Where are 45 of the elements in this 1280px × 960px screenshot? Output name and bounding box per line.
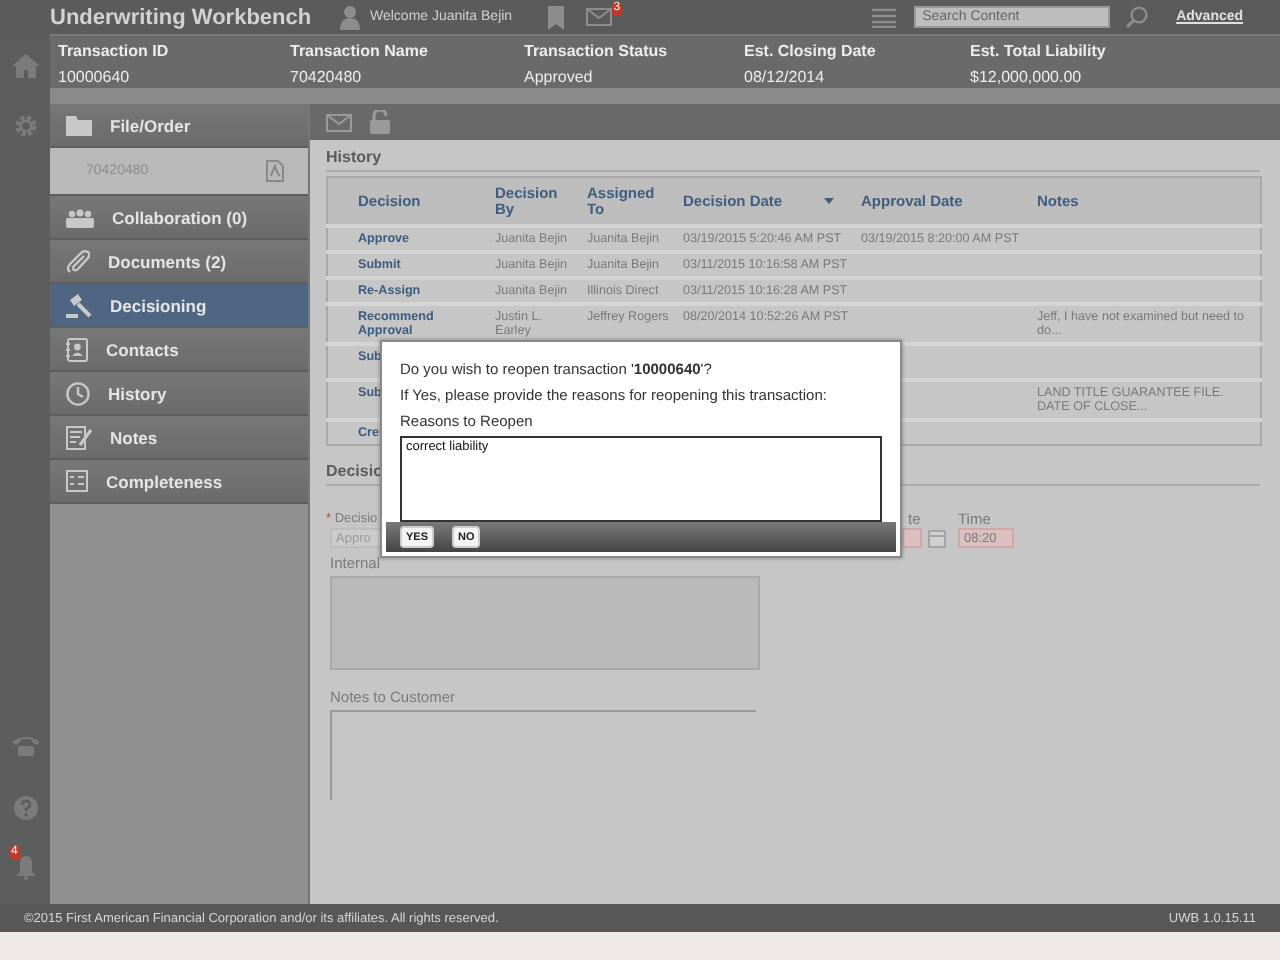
field-label: Transaction ID xyxy=(58,42,171,63)
search-icon[interactable] xyxy=(1126,6,1149,28)
field-value: 10000640 xyxy=(58,67,132,88)
mail-icon[interactable] xyxy=(326,113,352,131)
lock-icon[interactable] xyxy=(370,110,390,134)
date-field[interactable] xyxy=(902,528,922,548)
paperclip-icon xyxy=(66,249,90,273)
field-value: Approved xyxy=(524,67,595,88)
list-icon[interactable] xyxy=(872,7,897,27)
folder-icon xyxy=(66,115,92,135)
phone-icon[interactable] xyxy=(11,734,39,756)
field-label: Est. Total Liability xyxy=(970,42,1108,63)
calendar-icon[interactable] xyxy=(928,529,946,547)
people-icon xyxy=(66,207,94,227)
user-icon[interactable] xyxy=(340,5,360,29)
settings-icon[interactable] xyxy=(13,114,37,138)
bookmark-icon[interactable] xyxy=(548,5,565,29)
gavel-icon xyxy=(66,293,92,317)
document-icon[interactable] xyxy=(266,160,284,182)
field-value: $12,000,000.00 xyxy=(970,67,1084,88)
sidebar-item[interactable]: Contacts xyxy=(50,328,308,372)
section-title: History xyxy=(326,148,1260,172)
sidebar-item[interactable]: Documents (2) xyxy=(50,240,308,284)
notepad-icon xyxy=(66,425,92,449)
checklist-icon xyxy=(66,470,88,492)
sidebar-item[interactable]: Decisioning xyxy=(50,284,308,328)
help-icon[interactable] xyxy=(13,796,37,820)
clock-icon xyxy=(66,381,90,405)
sidebar-item[interactable]: File/Order xyxy=(50,104,308,148)
sidebar-item[interactable]: Collaboration (0) xyxy=(50,196,308,240)
field-label: Transaction Name xyxy=(290,42,430,63)
internal-notes-field[interactable] xyxy=(330,576,760,670)
app-title: Underwriting Workbench xyxy=(50,5,314,29)
sidebar-item[interactable]: Completeness xyxy=(50,460,308,504)
contact-book-icon xyxy=(66,337,88,361)
sidebar-item[interactable]: History xyxy=(50,372,308,416)
field-value: 08/12/2014 xyxy=(744,67,827,88)
field-label: Est. Closing Date xyxy=(744,42,878,63)
home-icon[interactable] xyxy=(11,54,39,78)
sort-icon xyxy=(823,198,833,204)
sidebar-item[interactable]: Notes xyxy=(50,416,308,460)
field-label: Transaction Status xyxy=(524,42,670,63)
field-value: 70420480 xyxy=(290,67,364,88)
bell-icon[interactable] xyxy=(13,856,37,880)
mail-icon[interactable] xyxy=(586,8,613,26)
